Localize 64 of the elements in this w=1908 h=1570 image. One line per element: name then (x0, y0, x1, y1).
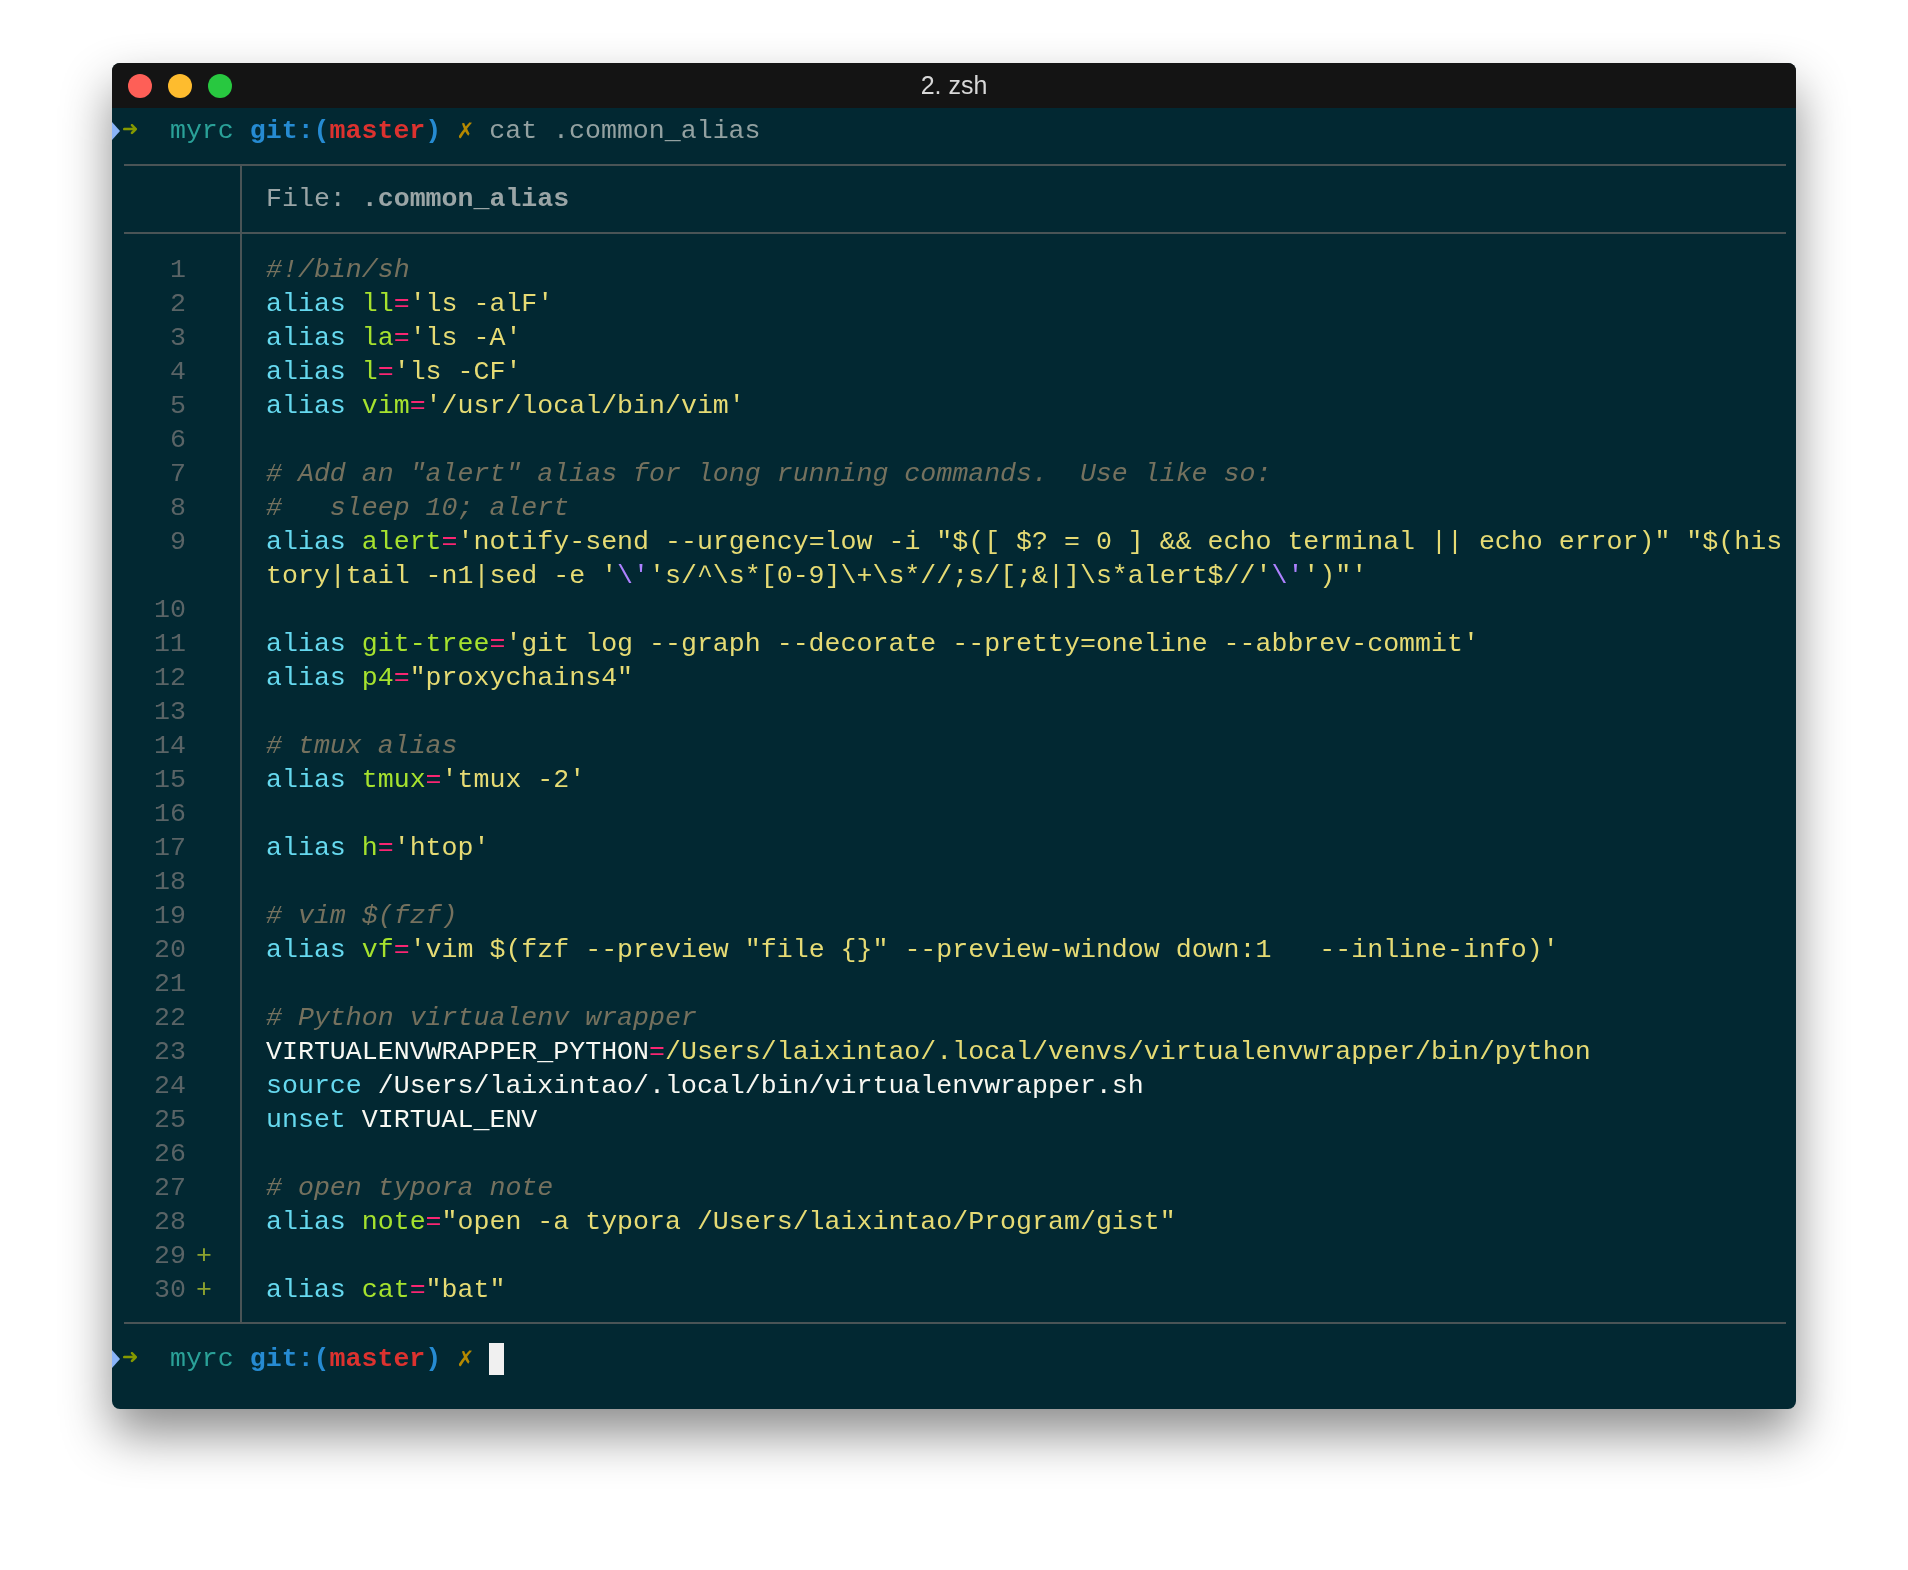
line-number: 23 (153, 1036, 186, 1069)
line-number: 17 (153, 832, 186, 865)
code-line: alias vim='/usr/local/bin/vim' (266, 390, 746, 423)
line-number: 15 (153, 764, 186, 797)
file-header: File: .common_alias (266, 183, 570, 216)
minimize-icon[interactable] (168, 73, 192, 98)
prompt-line: ➜ myrc git:(master) ✗ (122, 1343, 474, 1376)
code-line: unset VIRTUAL_ENV (266, 1104, 539, 1137)
line-number: 25 (153, 1104, 186, 1137)
code-line: alias l='ls -CF' (266, 356, 523, 389)
line-number: 1 (169, 254, 186, 287)
line-number: 9 (169, 526, 186, 559)
mark-icon (112, 122, 120, 140)
window-title: 2. zsh (920, 69, 988, 101)
line-number: 19 (153, 900, 186, 933)
line-number: 24 (153, 1070, 186, 1103)
code-line: #!/bin/sh (266, 254, 411, 287)
diff-marker: + (196, 1240, 212, 1273)
line-number: 28 (153, 1206, 186, 1239)
prompt-line: ➜ myrc git:(master) ✗ cat .common_alias (122, 115, 761, 148)
line-number: 11 (153, 628, 186, 661)
code-line: alias note="open -a typora /Users/laixintao/Program/gist" (266, 1206, 1177, 1239)
code-line: # vim $(fzf) (266, 900, 459, 933)
line-number: 5 (169, 390, 186, 423)
line-number: 27 (153, 1172, 186, 1205)
line-number: 12 (153, 662, 186, 695)
line-number: 18 (153, 866, 186, 899)
code-line: # Python virtualenv wrapper (266, 1002, 698, 1035)
line-number: 7 (169, 458, 186, 491)
line-number: 14 (153, 730, 186, 763)
line-number: 22 (153, 1002, 186, 1035)
line-number: 26 (153, 1138, 186, 1171)
line-number: 30 (153, 1274, 186, 1307)
line-number: 6 (169, 424, 186, 457)
code-line: # Add an "alert" alias for long running commands. Use like so: (266, 458, 1273, 491)
code-line: alias vf='vim $(fzf --preview "file {}" --preview-window down:1 --inline-info)' (266, 934, 1560, 967)
cursor (489, 1343, 505, 1375)
line-number: 3 (169, 322, 186, 355)
line-number: 8 (169, 492, 186, 525)
code-line: # tmux alias (266, 730, 459, 763)
code-line: alias tmux='tmux -2' (266, 764, 587, 797)
code-line: alias h='htop' (266, 832, 491, 865)
line-number: 2 (169, 288, 186, 321)
code-line: alias git-tree='git log --graph --decorate --pretty=oneline --abbrev-commit' (266, 628, 1480, 661)
line-number: 16 (153, 798, 186, 831)
line-number: 4 (169, 356, 186, 389)
code-line: alias p4="proxychains4" (266, 662, 635, 695)
code-line: source /Users/laixintao/.local/bin/virtualenvwrapper.sh (266, 1070, 1145, 1103)
line-number: 29 (153, 1240, 186, 1273)
close-icon[interactable] (128, 73, 152, 98)
line-number: 13 (153, 696, 186, 729)
code-line: VIRTUALENVWRAPPER_PYTHON=/Users/laixintao/.local/venvs/virtualenvwrapper/bin/python (266, 1036, 1592, 1069)
diff-marker: + (196, 1274, 212, 1307)
code-line: alias ll='ls -alF' (266, 288, 555, 321)
code-line: # sleep 10; alert (266, 492, 571, 525)
code-line: alias alert='notify-send --urgency=low -i "$([ $? = 0 ] && echo terminal || echo error)" "$(history|tail -n1|sed -e '\''s/^\s*[0-9]\+\s*//;s/[;&|]\s*alert$//'\'')"' (266, 526, 1784, 593)
code-line: alias la='ls -A' (266, 322, 523, 355)
mark-icon (112, 1350, 120, 1368)
code-line: # open typora note (266, 1172, 555, 1205)
line-number: 21 (153, 968, 186, 1001)
line-number: 10 (153, 594, 186, 627)
maximize-icon[interactable] (208, 73, 232, 98)
code-line: alias cat="bat" (266, 1274, 507, 1307)
line-number: 20 (153, 934, 186, 967)
